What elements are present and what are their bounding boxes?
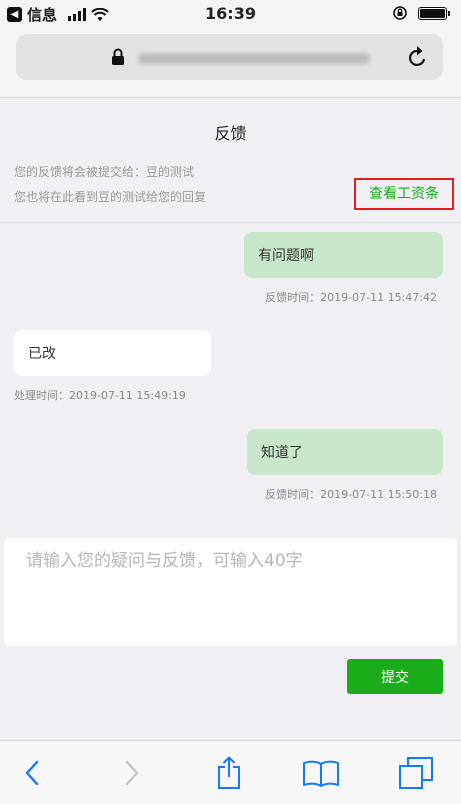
- status-right: [392, 5, 450, 21]
- forward-icon[interactable]: [112, 755, 152, 791]
- reply-info: 您也将在此看到豆的测试给您的回复: [14, 190, 207, 204]
- bookmarks-icon[interactable]: [301, 755, 341, 791]
- message-timestamp: 反馈时间：2019-07-11 15:47:42: [265, 291, 437, 304]
- status-bar: ◀ 信息 16:39: [0, 0, 461, 28]
- message-bubble-user: 知道了: [247, 429, 443, 475]
- tabs-icon[interactable]: [396, 755, 436, 791]
- message-bubble-reply: 已改: [14, 330, 211, 376]
- message-text: 已改: [28, 346, 56, 362]
- message-text: 有问题啊: [258, 248, 314, 264]
- message-timestamp: 反馈时间：2019-07-11 15:50:18: [265, 488, 437, 501]
- lock-icon: [112, 48, 124, 65]
- back-icon[interactable]: [12, 755, 52, 791]
- feedback-input[interactable]: [4, 538, 457, 646]
- divider: [0, 222, 461, 223]
- orientation-lock-icon: [393, 6, 407, 20]
- recipient-info: 您的反馈将会被提交给：豆的测试: [14, 165, 195, 179]
- address-bar-area: [0, 28, 461, 98]
- share-icon[interactable]: [209, 755, 249, 791]
- message-text: 知道了: [261, 445, 303, 461]
- battery-icon: [418, 6, 450, 20]
- message-timestamp: 处理时间：2019-07-11 15:49:19: [14, 389, 186, 402]
- message-bubble-user: 有问题啊: [244, 232, 443, 278]
- address-bar[interactable]: [16, 34, 443, 80]
- browser-toolbar: [0, 740, 461, 804]
- obscured-url: [138, 53, 370, 64]
- submit-button[interactable]: 提交: [347, 659, 443, 694]
- view-salary-link[interactable]: 查看工资条: [354, 178, 454, 210]
- page-title: 反馈: [214, 124, 247, 143]
- reload-icon[interactable]: [407, 45, 429, 69]
